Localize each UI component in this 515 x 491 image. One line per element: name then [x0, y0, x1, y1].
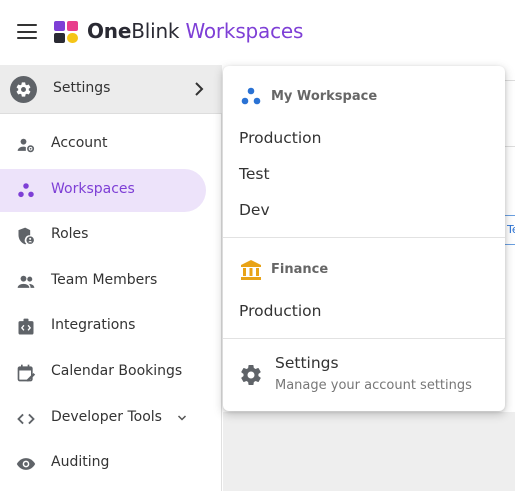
- menu-item-finance-production[interactable]: Production: [239, 302, 321, 320]
- settings-subtitle: Manage your account settings: [275, 378, 472, 393]
- eye-icon: [16, 458, 36, 470]
- sidebar-item-label: Developer Tools: [51, 409, 162, 425]
- sidebar-item-label: Auditing: [51, 454, 110, 470]
- chevron-right-icon: [195, 82, 204, 96]
- sidebar-item-roles[interactable]: Roles: [0, 214, 206, 257]
- sidebar-item-label: Calendar Bookings: [51, 363, 183, 379]
- workspace-dropdown-menu: My Workspace Production Test Dev Finance…: [223, 66, 505, 411]
- sidebar-item-label: Team Members: [51, 272, 158, 288]
- sidebar-item-team-members[interactable]: Team Members: [0, 260, 206, 303]
- menu-divider: [223, 338, 505, 339]
- brand-rest: Blink: [131, 19, 180, 43]
- sidebar: Settings Account Workspaces Roles Team M…: [0, 65, 222, 491]
- oneblink-logo: [54, 21, 78, 43]
- sidebar-item-calendar-bookings[interactable]: Calendar Bookings: [0, 351, 206, 394]
- gear-icon: [10, 76, 37, 103]
- menu-item-production[interactable]: Production: [239, 129, 321, 147]
- background-divider: [505, 146, 515, 147]
- sidebar-item-label: Account: [51, 135, 108, 151]
- hamburger-menu-icon[interactable]: [17, 24, 37, 40]
- brand-bold: One: [87, 19, 132, 43]
- settings-label: Settings: [53, 80, 111, 96]
- gear-icon: [241, 365, 261, 386]
- menu-divider: [223, 237, 505, 238]
- sidebar-item-label: Integrations: [51, 317, 136, 333]
- section-title: Finance: [271, 262, 329, 277]
- roles-shield-icon: [18, 227, 34, 245]
- sidebar-item-developer-tools[interactable]: Developer Tools: [0, 397, 206, 440]
- menu-item-dev[interactable]: Dev: [239, 201, 270, 219]
- sidebar-item-label: Roles: [51, 226, 89, 242]
- menu-item-test[interactable]: Test: [239, 165, 270, 183]
- team-members-icon: [17, 275, 35, 288]
- sidebar-item-integrations[interactable]: Integrations: [0, 305, 206, 348]
- calendar-icon: [17, 364, 36, 382]
- settings-title: Settings: [275, 354, 339, 372]
- integrations-icon: [18, 318, 34, 335]
- workspaces-icon: [18, 183, 34, 198]
- section-title: My Workspace: [271, 89, 378, 104]
- background-divider: [505, 80, 515, 81]
- menu-item-settings[interactable]: Settings Manage your account settings: [239, 354, 494, 398]
- settings-dropdown-toggle[interactable]: Settings: [0, 65, 222, 114]
- sidebar-item-auditing[interactable]: Auditing: [0, 442, 206, 485]
- chevron-down-icon[interactable]: [177, 414, 187, 422]
- brand-accent: Workspaces: [179, 19, 304, 43]
- account-settings-icon: [17, 138, 35, 153]
- app-header: OneBlink Workspaces: [0, 0, 515, 65]
- sidebar-item-account[interactable]: Account: [0, 123, 206, 166]
- sidebar-item-workspaces[interactable]: Workspaces: [0, 169, 206, 212]
- main-content-footer: [223, 412, 515, 491]
- code-icon: [17, 413, 35, 425]
- workspace-dots-icon: [241, 87, 261, 105]
- sidebar-item-label: Workspaces: [51, 181, 135, 197]
- bank-icon: [241, 260, 261, 280]
- app-title: OneBlink Workspaces: [87, 19, 303, 43]
